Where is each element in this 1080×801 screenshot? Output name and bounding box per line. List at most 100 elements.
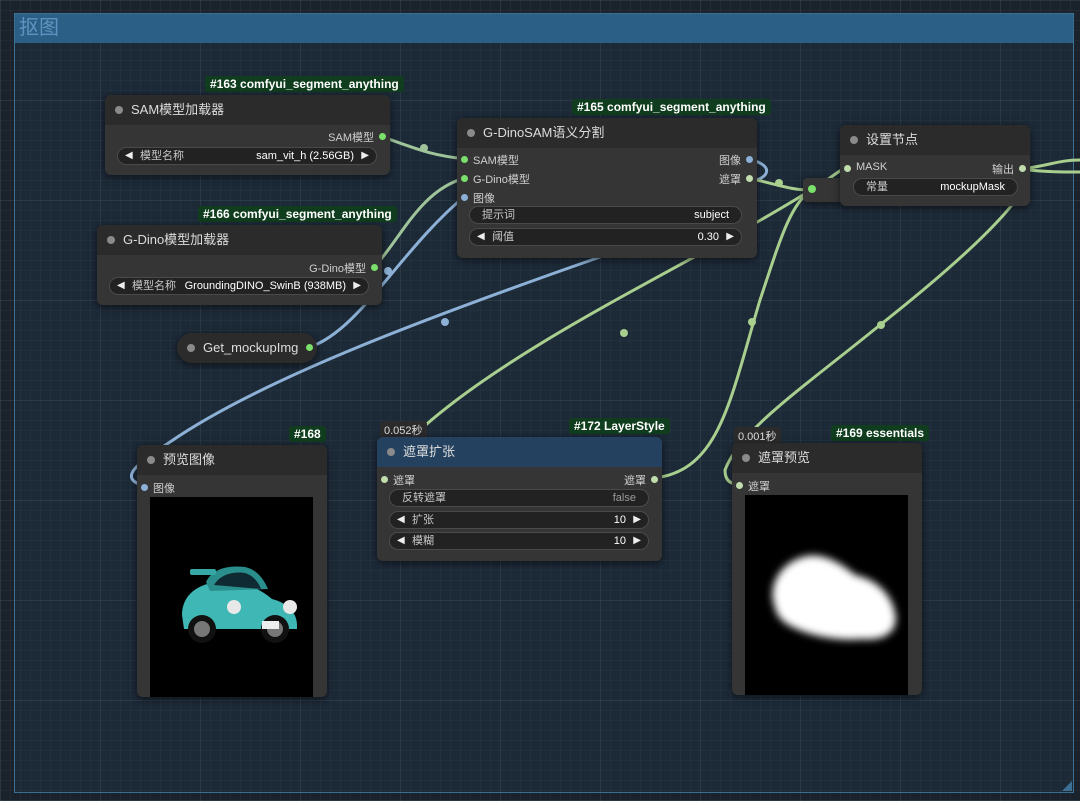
- widget-value: mockupMask: [940, 181, 1005, 193]
- slot-label: 遮罩: [393, 475, 415, 487]
- input-pin[interactable]: [141, 484, 148, 491]
- collapse-dot[interactable]: [850, 136, 858, 144]
- output-gdino-model[interactable]: G-Dino模型: [309, 260, 382, 276]
- output-mask[interactable]: 遮罩: [719, 171, 757, 187]
- node-canvas[interactable]: 抠图 #163 comfyui_segment_anything SAM模型加载…: [0, 0, 1080, 801]
- node-title-text: Get_mockupImg: [203, 340, 299, 355]
- gdino-sam-segment-node[interactable]: G-DinoSAM语义分割 SAM模型 G-Dino模型 图像 图像 遮罩 提示…: [457, 118, 757, 258]
- grow-number[interactable]: ◀ 扩张 10 ▶: [389, 511, 649, 529]
- input-pin[interactable]: [844, 165, 851, 172]
- output-pin[interactable]: [651, 476, 658, 483]
- node-title[interactable]: 遮罩扩张: [377, 437, 662, 467]
- output-pin[interactable]: [306, 344, 313, 351]
- reroute-pin[interactable]: [808, 185, 816, 193]
- node-title-text: 设置节点: [866, 132, 919, 147]
- arrow-right-icon[interactable]: ▶: [633, 533, 641, 549]
- node-title[interactable]: G-Dino模型加载器: [97, 225, 382, 255]
- node-title[interactable]: 设置节点: [840, 125, 1030, 155]
- output-pin[interactable]: [1019, 165, 1026, 172]
- node-title[interactable]: 预览图像: [137, 445, 327, 475]
- input-mask[interactable]: 遮罩: [377, 472, 415, 488]
- input-gdino-model[interactable]: G-Dino模型: [457, 171, 530, 187]
- input-pin[interactable]: [381, 476, 388, 483]
- collapse-dot[interactable]: [742, 454, 750, 462]
- mask-grow-node[interactable]: 遮罩扩张 遮罩 遮罩 反转遮罩 false ◀ 扩张 10 ▶ ◀ 模糊 10 …: [377, 437, 662, 561]
- arrow-left-icon[interactable]: ◀: [125, 148, 133, 164]
- collapse-dot[interactable]: [187, 344, 195, 352]
- input-image[interactable]: 图像: [457, 190, 495, 206]
- reroute-node[interactable]: [803, 178, 843, 202]
- output-pin[interactable]: [746, 175, 753, 182]
- car-image: [182, 566, 297, 643]
- widget-label: 阈值: [492, 231, 514, 243]
- collapse-dot[interactable]: [107, 236, 115, 244]
- arrow-left-icon[interactable]: ◀: [397, 512, 405, 528]
- threshold-number[interactable]: ◀ 阈值 0.30 ▶: [469, 228, 742, 246]
- slot-label: G-Dino模型: [473, 174, 530, 186]
- constant-input[interactable]: 常量 mockupMask: [853, 178, 1018, 196]
- collapse-dot[interactable]: [147, 456, 155, 464]
- model-name-combo[interactable]: ◀ 模型名称 sam_vit_h (2.56GB) ▶: [117, 147, 377, 165]
- slot-label: 输出: [992, 164, 1014, 176]
- slot-label: 遮罩: [719, 174, 741, 186]
- slot-label: SAM模型: [473, 155, 519, 167]
- node-title[interactable]: SAM模型加载器: [105, 95, 390, 125]
- node-title-text: 预览图像: [163, 452, 216, 467]
- set-node[interactable]: 设置节点 MASK 输出 常量 mockupMask: [840, 125, 1030, 206]
- get-mockupimg-node[interactable]: Get_mockupImg: [177, 333, 317, 363]
- preview-image-node[interactable]: 预览图像 图像: [137, 445, 327, 697]
- widget-value: 0.30: [697, 231, 719, 243]
- arrow-right-icon[interactable]: ▶: [353, 278, 361, 294]
- arrow-right-icon[interactable]: ▶: [361, 148, 369, 164]
- input-pin[interactable]: [736, 482, 743, 489]
- mask-preview-node[interactable]: 遮罩预览 遮罩: [732, 443, 922, 695]
- input-image[interactable]: 图像: [137, 480, 175, 496]
- output[interactable]: 输出: [992, 161, 1030, 177]
- arrow-right-icon[interactable]: ▶: [633, 512, 641, 528]
- slot-label: G-Dino模型: [309, 263, 366, 275]
- widget-value: GroundingDINO_SwinB (938MB): [184, 280, 346, 292]
- collapse-dot[interactable]: [387, 448, 395, 456]
- node-title-text: G-Dino模型加载器: [123, 232, 230, 247]
- prompt-input[interactable]: 提示词 subject: [469, 206, 742, 224]
- input-mask[interactable]: 遮罩: [732, 478, 770, 494]
- slot-label: MASK: [856, 161, 888, 173]
- widget-value: sam_vit_h (2.56GB): [256, 150, 354, 162]
- output-pin[interactable]: [371, 264, 378, 271]
- arrow-left-icon[interactable]: ◀: [117, 278, 125, 294]
- node-badge: #169 essentials: [831, 425, 930, 441]
- node-title-text: SAM模型加载器: [131, 102, 225, 117]
- slot-label: SAM模型: [328, 132, 374, 144]
- node-title[interactable]: Get_mockupImg: [177, 333, 317, 363]
- output-sam-model[interactable]: SAM模型: [328, 129, 390, 145]
- output-image[interactable]: 图像: [719, 152, 757, 168]
- group-resize-handle[interactable]: [1062, 781, 1072, 791]
- input-sam-model[interactable]: SAM模型: [457, 152, 519, 168]
- input-pin[interactable]: [461, 194, 468, 201]
- node-badge: #165 comfyui_segment_anything: [572, 99, 771, 115]
- input-pin[interactable]: [461, 175, 468, 182]
- arrow-right-icon[interactable]: ▶: [726, 229, 734, 245]
- input-mask[interactable]: MASK: [840, 161, 887, 173]
- output-pin[interactable]: [746, 156, 753, 163]
- group-title[interactable]: 抠图: [15, 14, 1073, 43]
- model-name-combo[interactable]: ◀ 模型名称 GroundingDINO_SwinB (938MB) ▶: [109, 277, 369, 295]
- slot-label: 图像: [473, 193, 495, 205]
- arrow-left-icon[interactable]: ◀: [477, 229, 485, 245]
- sam-model-loader-node[interactable]: SAM模型加载器 SAM模型 ◀ 模型名称 sam_vit_h (2.56GB)…: [105, 95, 390, 175]
- arrow-left-icon[interactable]: ◀: [397, 533, 405, 549]
- gdino-model-loader-node[interactable]: G-Dino模型加载器 G-Dino模型 ◀ 模型名称 GroundingDIN…: [97, 225, 382, 305]
- output-mask[interactable]: 遮罩: [624, 472, 662, 488]
- node-title[interactable]: G-DinoSAM语义分割: [457, 118, 757, 148]
- mask-preview-image[interactable]: [745, 495, 908, 695]
- node-badge: #168: [289, 426, 326, 442]
- collapse-dot[interactable]: [467, 129, 475, 137]
- node-title[interactable]: 遮罩预览: [732, 443, 922, 473]
- blur-number[interactable]: ◀ 模糊 10 ▶: [389, 532, 649, 550]
- widget-label: 模型名称: [140, 150, 184, 162]
- collapse-dot[interactable]: [115, 106, 123, 114]
- output-pin[interactable]: [379, 133, 386, 140]
- invert-mask-toggle[interactable]: 反转遮罩 false: [389, 489, 649, 507]
- image-preview[interactable]: [150, 497, 313, 697]
- input-pin[interactable]: [461, 156, 468, 163]
